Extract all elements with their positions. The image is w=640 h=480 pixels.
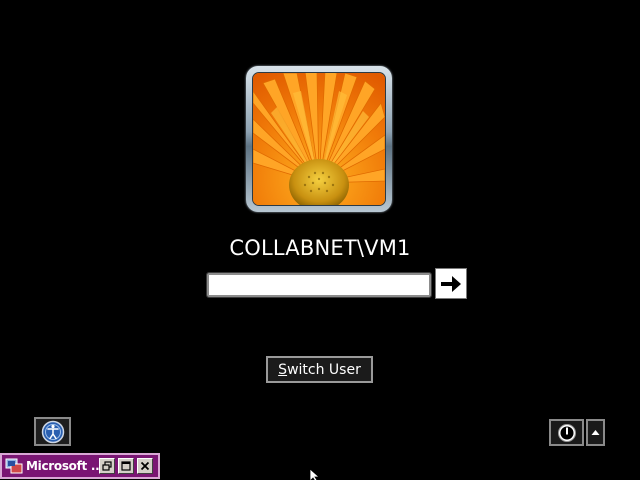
switch-user-label: witch User [287, 361, 361, 378]
minimized-window-bar[interactable]: Microsoft ... [0, 453, 160, 479]
shutdown-options-button[interactable] [586, 419, 605, 446]
flower-picture-icon [253, 73, 385, 205]
mouse-cursor-icon [309, 468, 321, 480]
user-name: COLLABNET\VM1 [229, 236, 411, 260]
ease-of-access-icon [41, 420, 64, 443]
maximize-icon [121, 461, 131, 471]
restore-icon [102, 461, 112, 471]
close-button[interactable] [137, 458, 153, 474]
user-picture-tile [246, 66, 392, 212]
minimized-window-title: Microsoft ... [26, 459, 104, 473]
ease-of-access-button[interactable] [34, 417, 71, 446]
triangle-up-icon [591, 430, 600, 435]
switch-user-access-key: S [278, 361, 288, 378]
power-icon [557, 423, 576, 442]
close-icon [140, 461, 150, 471]
maximize-button[interactable] [118, 458, 134, 474]
submit-button[interactable] [435, 268, 467, 299]
password-input[interactable] [206, 272, 432, 298]
remote-desktop-app-icon [5, 458, 23, 474]
user-picture [252, 72, 386, 206]
arrow-right-icon [441, 275, 461, 292]
logon-screen: COLLABNET\VM1 Switch User Microsoft ... [0, 0, 640, 480]
shutdown-button[interactable] [549, 419, 584, 446]
switch-user-button[interactable]: Switch User [266, 356, 373, 383]
restore-button[interactable] [99, 458, 115, 474]
